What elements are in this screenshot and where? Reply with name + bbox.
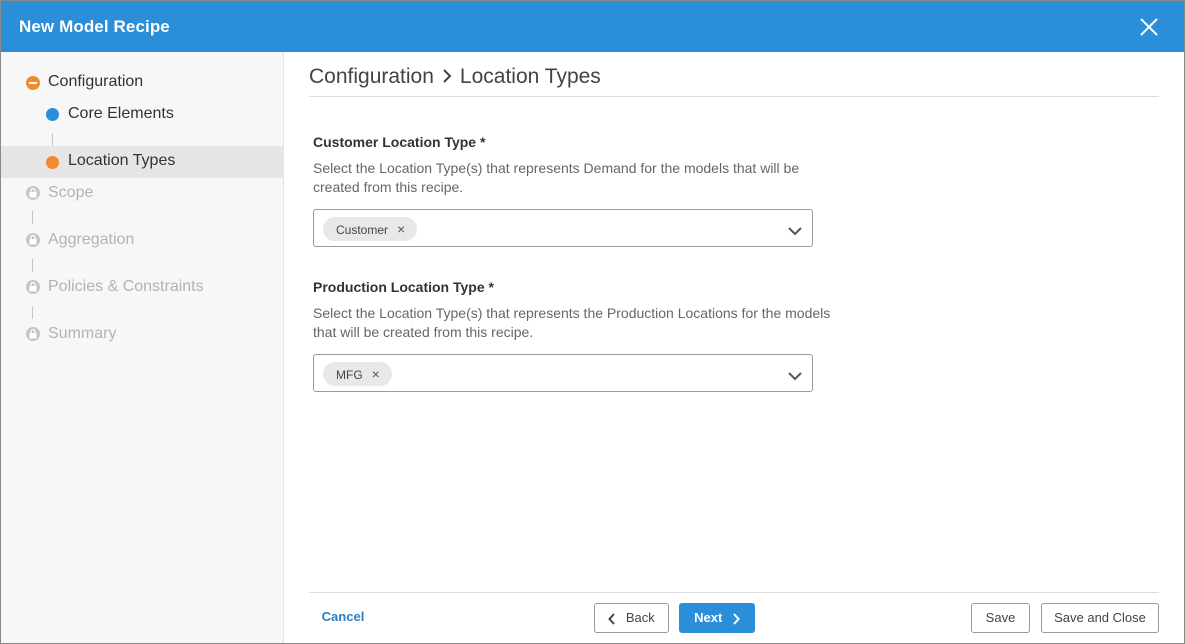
lock-icon [26,280,40,294]
step-label: Policies & Constraints [48,278,204,295]
production-location-type-label: Production Location Type * [313,279,494,295]
save-and-close-button[interactable]: Save and Close [1041,603,1159,633]
production-location-type-select[interactable]: MFG × [313,354,813,392]
lock-icon [26,233,40,247]
step-label: Core Elements [68,105,174,122]
step-label: Scope [48,184,94,201]
step-connector [32,306,33,319]
breadcrumb-parent: Configuration [309,65,434,88]
dialog-header: New Model Recipe [1,1,1184,52]
save-button[interactable]: Save [971,603,1030,633]
minus-circle-icon [26,76,40,90]
active-dot-icon [46,156,59,169]
step-connector [52,133,53,146]
remove-chip-icon[interactable]: × [372,362,380,386]
back-label: Back [625,610,655,625]
next-button[interactable]: Next [679,603,755,633]
step-scope: Scope [1,178,284,210]
step-aggregation: Aggregation [1,225,284,257]
wizard-content: Configuration Location Types Customer Loc… [285,52,1184,643]
chevron-down-icon[interactable] [788,368,802,386]
lock-icon [26,186,40,200]
selected-chip: MFG × [323,362,392,386]
chip-label: MFG [336,368,363,382]
cancel-button[interactable]: Cancel [315,603,371,633]
customer-location-type-label: Customer Location Type * [313,134,486,150]
step-label: Location Types [68,152,176,169]
lock-icon [26,327,40,341]
step-policies-constraints: Policies & Constraints [1,272,284,304]
production-location-type-description: Select the Location Type(s) that represe… [313,305,831,340]
remove-chip-icon[interactable]: × [397,217,405,241]
chevron-left-icon [608,610,616,625]
chevron-right-icon [442,65,452,89]
step-connector [32,211,33,224]
chevron-down-icon[interactable] [788,223,802,241]
new-model-recipe-dialog: New Model Recipe Configuration Core Elem… [0,0,1185,644]
step-summary: Summary [1,319,284,351]
wizard-sidebar: Configuration Core Elements Location Typ… [1,52,284,643]
next-label: Next [694,610,723,625]
step-core-elements[interactable]: Core Elements [1,99,284,131]
chip-label: Customer [336,223,389,237]
step-connector [32,259,33,272]
footer-divider [309,592,1159,593]
completed-dot-icon [46,108,59,121]
customer-location-type-description: Select the Location Type(s) that represe… [313,160,800,195]
step-label: Summary [48,325,117,342]
step-label: Aggregation [48,231,135,248]
dialog-title: New Model Recipe [19,17,170,36]
selected-chip: Customer × [323,217,418,241]
step-label: Configuration [48,73,144,90]
header-divider [309,96,1159,97]
customer-location-type-select[interactable]: Customer × [313,209,813,247]
step-location-types[interactable]: Location Types [1,146,284,178]
close-icon[interactable] [1138,16,1160,38]
back-button[interactable]: Back [594,603,669,633]
breadcrumb: Configuration Location Types [309,65,601,89]
breadcrumb-current: Location Types [459,65,601,88]
step-configuration[interactable]: Configuration [1,67,284,99]
chevron-right-icon [732,610,740,625]
